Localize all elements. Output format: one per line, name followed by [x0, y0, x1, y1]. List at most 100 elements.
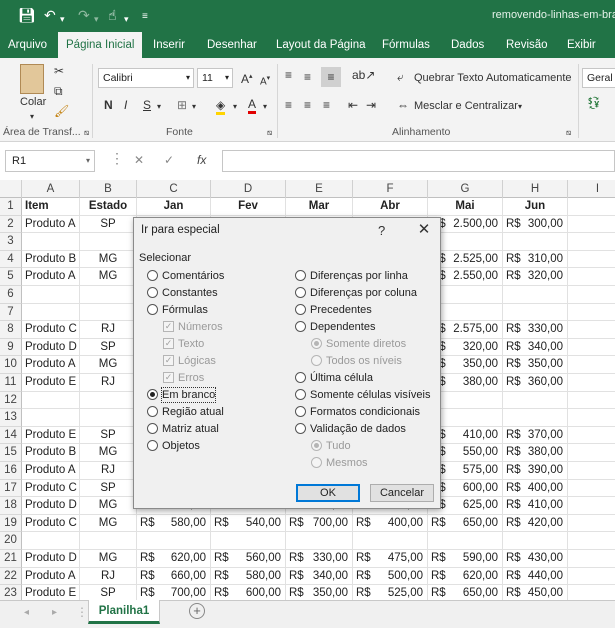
save-icon[interactable]: 💾︎	[18, 7, 36, 23]
paste-dropdown-icon[interactable]: ▾	[30, 110, 34, 124]
tab-formulas[interactable]: Fórmulas	[382, 32, 430, 58]
tab-dados[interactable]: Dados	[451, 32, 484, 58]
grid-cell[interactable]	[568, 427, 615, 445]
borders-dropdown-icon[interactable]: ▾	[192, 100, 196, 114]
font-color-icon[interactable]: A	[248, 97, 257, 114]
tab-arquivo[interactable]: Arquivo	[8, 32, 47, 58]
grid-cell[interactable]	[568, 286, 615, 304]
clipboard-launcher-icon[interactable]: ⧅	[84, 126, 89, 140]
column-header[interactable]: F	[353, 180, 428, 198]
grid-cell[interactable]: R$ 360,00	[503, 374, 568, 392]
underline-icon[interactable]: S	[143, 98, 151, 112]
grid-cell[interactable]	[22, 303, 80, 322]
grid-cell[interactable]	[80, 286, 137, 304]
grid-cell[interactable]	[428, 532, 503, 550]
grid-cell[interactable]: Jan	[137, 198, 211, 216]
grid-cell[interactable]	[503, 391, 568, 410]
grid-cell[interactable]: MG	[80, 514, 137, 533]
align-right-icon[interactable]: ≡	[323, 98, 330, 112]
decrease-font-icon[interactable]: A▾	[260, 72, 270, 89]
radio-button[interactable]	[147, 440, 158, 451]
grid-cell[interactable]	[568, 568, 615, 586]
row-header[interactable]: 18	[0, 497, 22, 515]
grid-cell[interactable]: R$ 330,00	[286, 550, 353, 568]
row-header[interactable]: 15	[0, 444, 22, 462]
grid-cell[interactable]: R$ 660,00	[137, 567, 211, 586]
grid-cell[interactable]	[80, 233, 137, 251]
tab-revisao[interactable]: Revisão	[506, 32, 548, 58]
radio-button[interactable]	[295, 423, 306, 434]
grid-cell[interactable]	[22, 409, 80, 427]
grid-cell[interactable]: Jun	[503, 198, 568, 216]
grid-cell[interactable]: R$ 620,00	[428, 567, 503, 586]
grid-cell[interactable]: R$ 430,00	[503, 550, 568, 568]
grid-cell[interactable]: SP	[80, 215, 137, 234]
copy-icon[interactable]: ⧉	[54, 84, 63, 98]
grid-cell[interactable]	[137, 532, 211, 550]
grid-cell[interactable]: Produto E	[22, 585, 80, 600]
align-top-icon[interactable]: ≡	[285, 68, 292, 82]
column-header[interactable]: I	[568, 180, 615, 198]
align-bottom-icon[interactable]: ≡	[321, 67, 341, 87]
grid-cell[interactable]: Produto A	[22, 567, 80, 586]
increase-indent-icon[interactable]: ⇥	[366, 98, 376, 112]
radio-button[interactable]	[295, 287, 306, 298]
grid-cell[interactable]: R$ 380,00	[503, 444, 568, 462]
radio-button[interactable]	[147, 270, 158, 281]
grid-cell[interactable]	[568, 444, 615, 462]
row-header[interactable]: 1	[0, 198, 22, 216]
radio-button[interactable]	[295, 372, 306, 383]
row-header[interactable]: 20	[0, 532, 22, 550]
undo-icon[interactable]: ↶	[44, 7, 56, 23]
grid-cell[interactable]: Produto C	[22, 321, 80, 339]
grid-cell[interactable]	[568, 268, 615, 286]
row-header[interactable]: 10	[0, 356, 22, 374]
radio-button[interactable]	[295, 270, 306, 281]
grid-cell[interactable]: SP	[80, 426, 137, 445]
grid-cell[interactable]: Produto E	[22, 374, 80, 392]
tab-menu-icon[interactable]: ⋮	[76, 605, 88, 619]
grid-cell[interactable]	[568, 532, 615, 550]
grid-cell[interactable]: R$ 300,00	[503, 215, 568, 234]
grid-cell[interactable]	[568, 480, 615, 498]
grid-cell[interactable]: R$ 700,00	[137, 585, 211, 600]
insert-function-icon[interactable]: fx	[197, 153, 206, 167]
tab-layout[interactable]: Layout da Página	[276, 32, 366, 58]
grid-cell[interactable]: R$ 410,00	[503, 497, 568, 515]
grid-cell[interactable]: Produto C	[22, 514, 80, 533]
orientation-icon[interactable]: ab↗	[352, 68, 375, 82]
grid-cell[interactable]: R$ 330,00	[503, 321, 568, 339]
grid-cell[interactable]	[568, 585, 615, 600]
row-header[interactable]: 6	[0, 286, 22, 304]
grid-cell[interactable]: R$ 350,00	[503, 356, 568, 374]
tab-inserir[interactable]: Inserir	[153, 32, 185, 58]
column-header[interactable]: A	[22, 180, 80, 198]
row-header[interactable]: 22	[0, 567, 22, 586]
grid-cell[interactable]	[568, 321, 615, 339]
customize-toolbar-icon[interactable]: ≡	[142, 9, 148, 25]
grid-cell[interactable]	[503, 303, 568, 322]
grid-cell[interactable]: R$ 650,00	[428, 514, 503, 533]
grid-cell[interactable]: R$ 400,00	[503, 479, 568, 498]
grid-cell[interactable]: SP	[80, 585, 137, 600]
row-header[interactable]: 2	[0, 215, 22, 234]
grid-cell[interactable]: MG	[80, 550, 137, 568]
grid-cell[interactable]: R$ 560,00	[211, 550, 286, 568]
grid-cell[interactable]: R$ 500,00	[353, 567, 428, 586]
radio-button[interactable]	[147, 287, 158, 298]
row-header[interactable]: 4	[0, 250, 22, 269]
close-icon[interactable]: ✕	[414, 220, 434, 240]
grid-cell[interactable]	[80, 303, 137, 322]
currency-format-icon[interactable]: 💱︎	[586, 96, 601, 110]
grid-cell[interactable]	[22, 391, 80, 410]
grid-cell[interactable]	[568, 304, 615, 322]
grid-cell[interactable]: Fev	[211, 198, 286, 216]
number-format-select[interactable]: Geral	[582, 68, 615, 88]
grid-cell[interactable]	[503, 409, 568, 427]
grid-cell[interactable]: R$ 700,00	[286, 514, 353, 533]
paste-button[interactable]: Colar	[20, 95, 46, 109]
cancel-button[interactable]: Cancelar	[370, 484, 434, 502]
italic-icon[interactable]: I	[124, 98, 127, 112]
radio-button[interactable]	[147, 304, 158, 315]
grid-cell[interactable]	[80, 409, 137, 427]
